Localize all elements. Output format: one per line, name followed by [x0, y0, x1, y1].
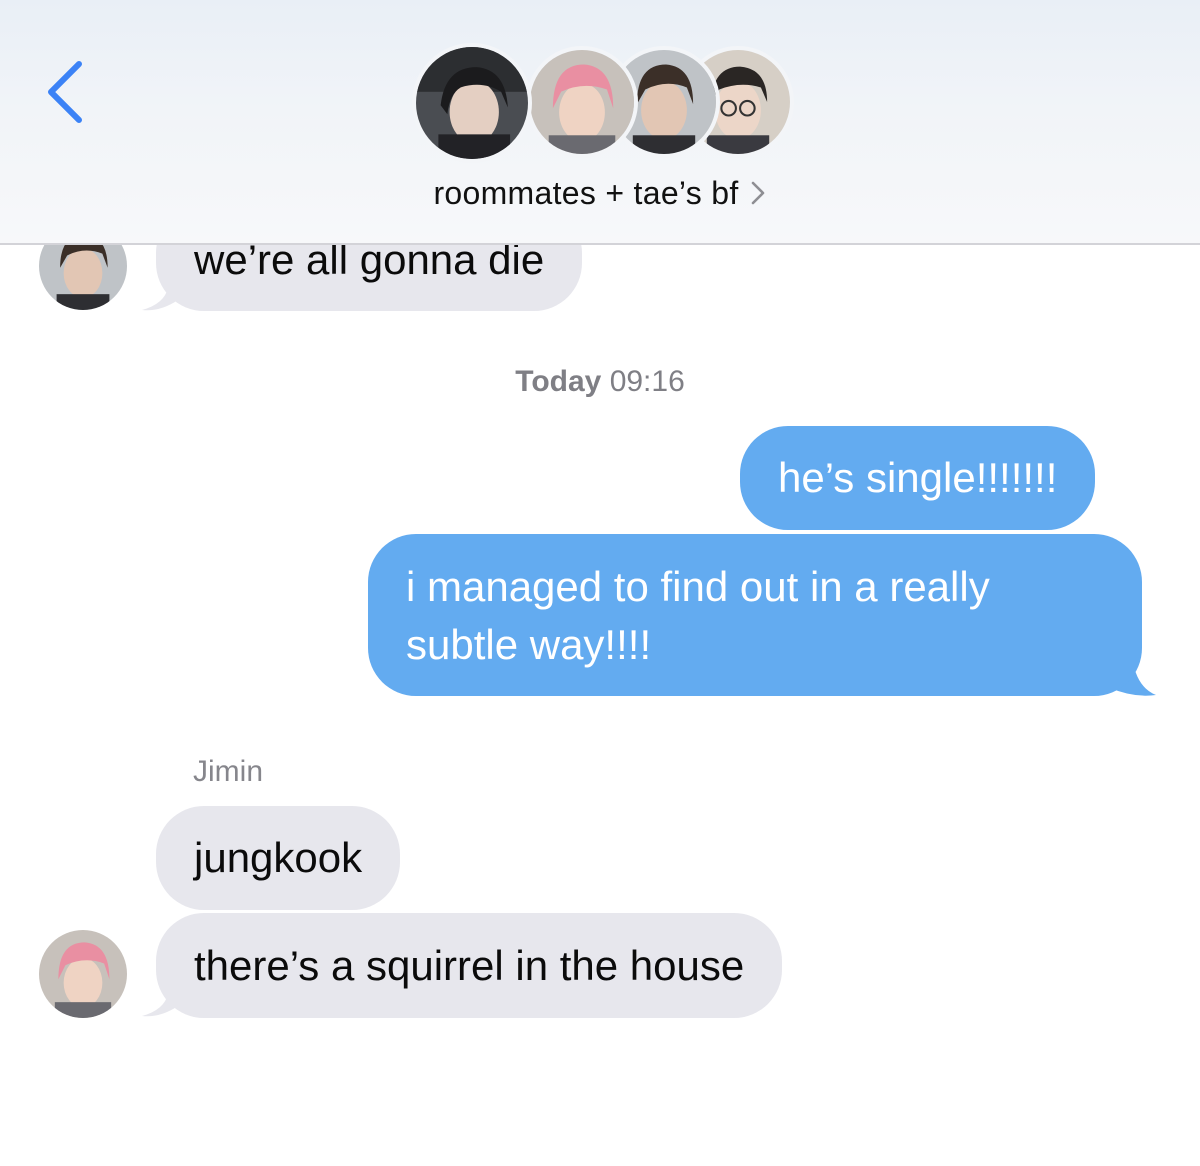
message-text: there’s a squirrel in the house: [194, 942, 745, 989]
message-text: he’s single!!!!!!!: [778, 454, 1058, 501]
avatar-photo-dark-hair: [412, 43, 532, 163]
avatar-photo-pink-hair: [526, 46, 638, 158]
message-bubble-incoming[interactable]: there’s a squirrel in the house: [156, 913, 783, 1018]
group-title: roommates + tae’s bf: [433, 174, 739, 211]
message-text: i managed to find out in a really subtle…: [406, 563, 990, 668]
chevron-right-icon: [751, 181, 764, 205]
conversation-header: roommates + tae’s bf: [0, 0, 1200, 245]
message-text: jungkook: [194, 834, 363, 881]
sender-avatar[interactable]: [39, 930, 127, 1018]
message-timestamp: Today 09:16: [0, 365, 1200, 399]
group-title-button[interactable]: roommates + tae’s bf: [0, 168, 1200, 218]
messages-screen: roommates + tae’s bf we’re all gonna die…: [0, 0, 1200, 1166]
sender-name: Jimin: [193, 755, 264, 788]
message-bubble-outgoing[interactable]: i managed to find out in a really subtle…: [368, 534, 1142, 696]
chevron-left-icon: [48, 61, 82, 123]
message-bubble-outgoing[interactable]: he’s single!!!!!!!: [740, 426, 1096, 530]
group-avatars[interactable]: [412, 43, 794, 163]
timestamp-day: Today: [515, 365, 602, 398]
message-bubble-incoming[interactable]: jungkook: [156, 806, 401, 910]
timestamp-time: 09:16: [609, 365, 685, 398]
back-button[interactable]: [30, 52, 100, 132]
